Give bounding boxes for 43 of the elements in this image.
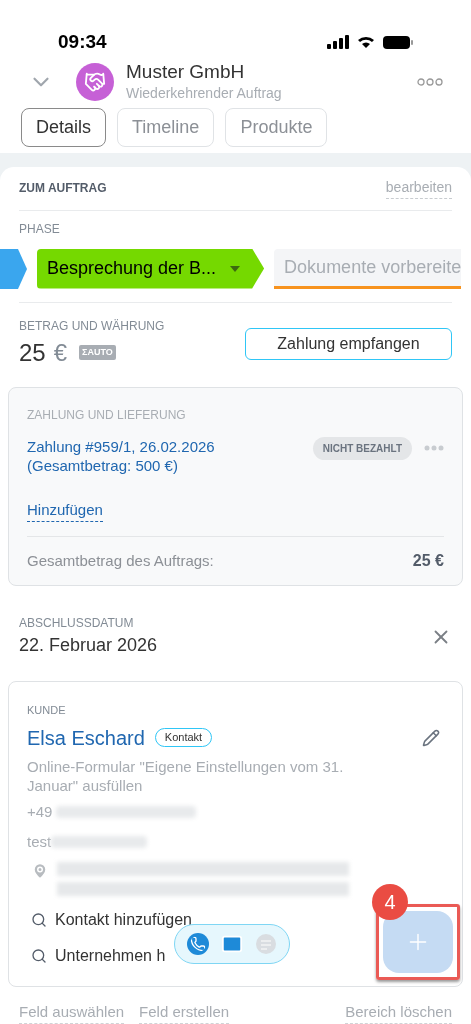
search-icon (31, 947, 47, 964)
close-date: 22. Februar 2026 (19, 634, 158, 657)
more-icon[interactable] (417, 78, 443, 86)
total-label: Gesamtbetrag des Auftrags: (27, 550, 214, 571)
status-badge: NICHT BEZAHLT (312, 436, 412, 460)
status-time: 09:34 (58, 30, 107, 54)
deal-type: Wiederkehrender Auftrag (126, 83, 283, 103)
add-payment-link[interactable]: Hinzufügen (27, 498, 103, 522)
battery-icon (383, 35, 413, 49)
customer-label: KUNDE (27, 703, 67, 718)
phase-label: PHASE (19, 220, 61, 238)
payment-entry[interactable]: Zahlung #959/1, 26.02.2026 (Gesamtbetrag: 500 €) (27, 436, 215, 475)
phone-icon[interactable] (187, 932, 209, 955)
payment-title: ZAHLUNG UND LIEFERUNG (27, 406, 187, 424)
email: test (27, 832, 52, 852)
auto-badge: ΣAUTO (79, 344, 116, 361)
receive-payment-button[interactable]: Zahlung empfangen (245, 327, 452, 360)
amount-label: BETRAG UND WÄHRUNG (19, 317, 165, 335)
stage-button[interactable]: Besprechung der B... (37, 248, 265, 289)
tab[interactable]: Details (21, 107, 107, 147)
tab[interactable]: Produkte (225, 107, 328, 147)
section-title: ZUM AUFTRAG (19, 180, 107, 197)
action-link[interactable]: Unternehmen h (55, 943, 166, 968)
amount-value: 25 (19, 337, 46, 368)
company-name: Muster GmbH (126, 60, 246, 83)
previous-stage[interactable] (0, 248, 27, 289)
signal-icon (327, 34, 349, 50)
currency: € (53, 337, 68, 368)
dropdown-icon (230, 265, 241, 272)
add-button[interactable] (383, 910, 453, 973)
step-badge: 4 (372, 883, 408, 920)
wifi-icon (357, 35, 375, 50)
location-icon (31, 861, 49, 880)
phone-number: +49 (27, 801, 53, 822)
customer-name[interactable]: Elsa Eschard (27, 722, 145, 753)
tab[interactable]: Timeline (117, 107, 215, 147)
edit-icon[interactable] (422, 728, 440, 747)
total-value: 25 € (412, 551, 444, 571)
source-text: Online-Formular "Eigene Einstellungen vom 31. Januar" ausfüllen (27, 756, 345, 795)
close-date-label: ABSCHLUSSDATUM (19, 615, 135, 632)
action-link[interactable]: Kontakt hinzufügen (55, 907, 192, 932)
handshake-icon (84, 71, 106, 93)
search-icon (31, 911, 47, 928)
